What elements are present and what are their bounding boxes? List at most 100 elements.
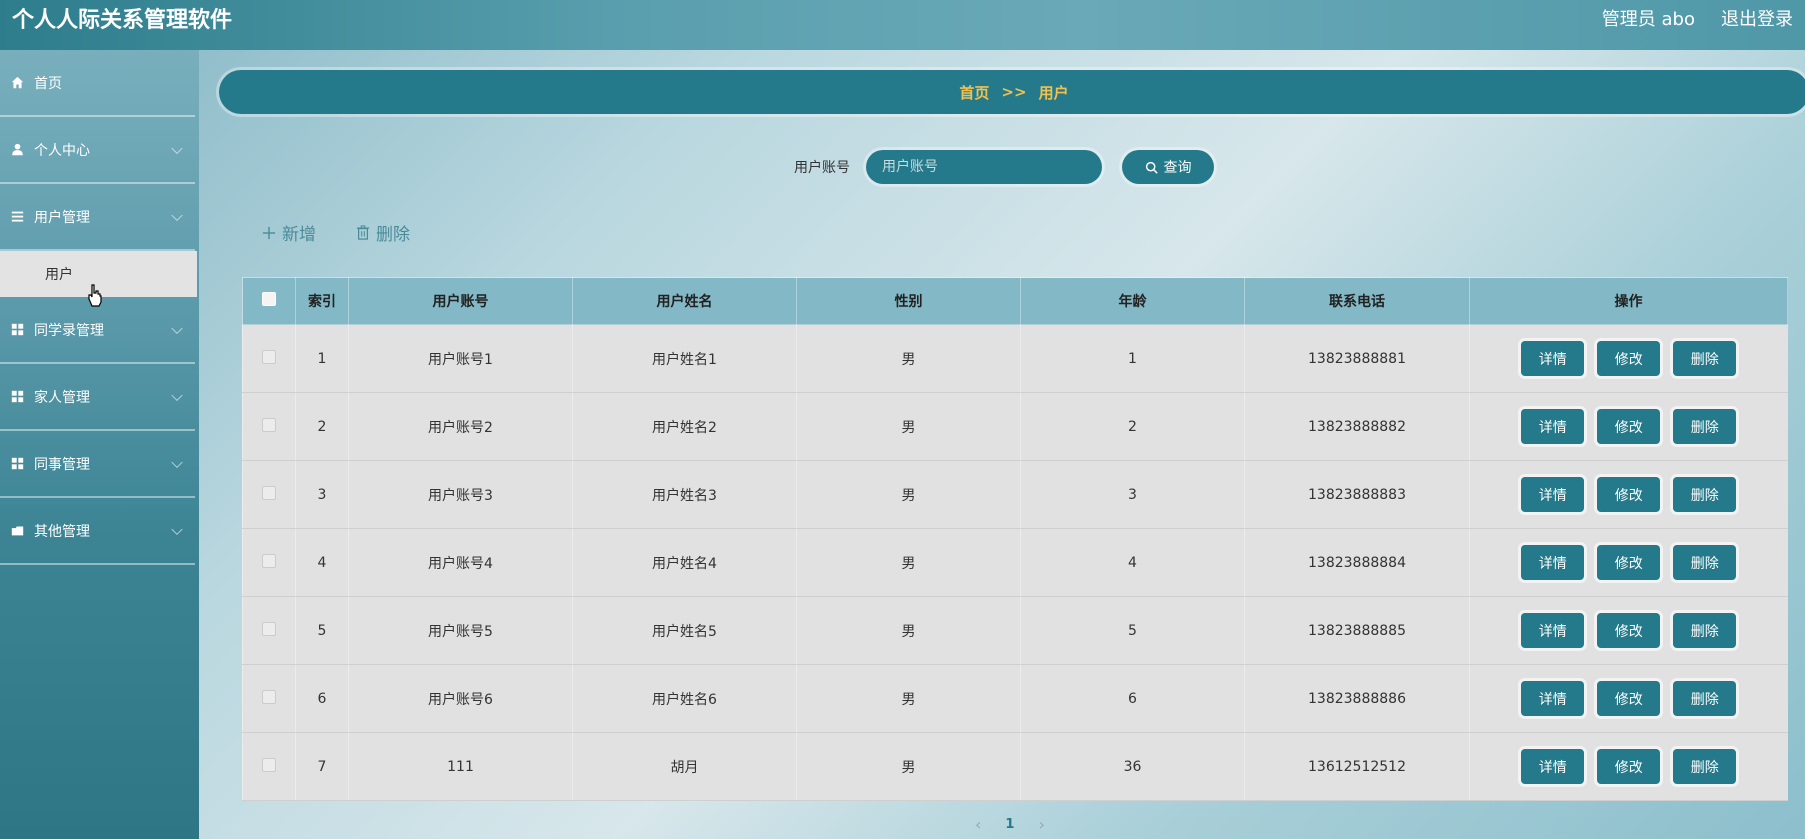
- edit-button[interactable]: 修改: [1597, 477, 1661, 512]
- cell-gender: 男: [796, 732, 1021, 801]
- toolbar: 新增 删除: [262, 220, 410, 245]
- search-input[interactable]: [866, 150, 1102, 184]
- table-row: 1 用户账号1 用户姓名1 男 1 13823888881 详情 修改 删除: [242, 324, 1788, 393]
- sidebar-item-user-management[interactable]: 用户管理: [0, 184, 195, 251]
- cell-account: 用户账号4: [348, 528, 573, 597]
- cell-phone: 13612512512: [1244, 732, 1470, 801]
- search-icon: [1145, 161, 1158, 174]
- delete-button[interactable]: 删除: [1673, 681, 1737, 716]
- sidebar-item-label: 同事管理: [34, 456, 90, 473]
- edit-button[interactable]: 修改: [1597, 749, 1661, 784]
- row-checkbox[interactable]: [262, 757, 276, 772]
- edit-button[interactable]: 修改: [1597, 681, 1661, 716]
- cell-actions: 详情 修改 删除: [1469, 528, 1788, 597]
- trash-icon: [356, 225, 370, 240]
- edit-button[interactable]: 修改: [1597, 613, 1661, 648]
- row-checkbox[interactable]: [262, 349, 276, 364]
- cell-account: 用户账号5: [348, 596, 573, 665]
- folder-icon: [10, 524, 24, 538]
- sidebar-item-label: 用户管理: [34, 209, 90, 226]
- cell-age: 3: [1020, 460, 1245, 529]
- batch-delete-label: 删除: [376, 225, 410, 245]
- breadcrumb-home[interactable]: 首页: [959, 82, 989, 103]
- batch-delete-button[interactable]: 删除: [356, 220, 410, 245]
- row-select-cell: [242, 460, 296, 529]
- search-button[interactable]: 查询: [1122, 150, 1214, 184]
- cell-index: 5: [295, 596, 349, 665]
- search-area: 用户账号 查询: [794, 150, 1214, 184]
- cell-index: 7: [295, 732, 349, 801]
- row-checkbox[interactable]: [262, 689, 276, 704]
- detail-button[interactable]: 详情: [1521, 613, 1585, 648]
- page-number[interactable]: 1: [1005, 817, 1014, 832]
- user-table: 索引 用户账号 用户姓名 性别 年龄 联系电话 操作 1 用户账号1 用户姓名1 男 1…: [242, 277, 1788, 801]
- top-right-area: 管理员 abo 退出登录: [1602, 5, 1793, 31]
- select-all-cell: [242, 277, 296, 325]
- delete-button[interactable]: 删除: [1673, 477, 1737, 512]
- cell-name: 用户姓名6: [572, 664, 797, 733]
- sidebar-item-family[interactable]: 家人管理: [0, 364, 195, 431]
- cell-age: 2: [1020, 392, 1245, 461]
- delete-button[interactable]: 删除: [1673, 749, 1737, 784]
- add-button[interactable]: 新增: [262, 220, 316, 245]
- cell-age: 5: [1020, 596, 1245, 665]
- detail-button[interactable]: 详情: [1521, 477, 1585, 512]
- column-header: 用户账号: [348, 277, 573, 325]
- cell-gender: 男: [796, 324, 1021, 393]
- next-page-icon[interactable]: ›: [1038, 815, 1044, 834]
- detail-button[interactable]: 详情: [1521, 409, 1585, 444]
- logout-link[interactable]: 退出登录: [1721, 5, 1793, 31]
- prev-page-icon[interactable]: ‹: [975, 815, 981, 834]
- delete-button[interactable]: 删除: [1673, 545, 1737, 580]
- edit-button[interactable]: 修改: [1597, 341, 1661, 376]
- row-select-cell: [242, 664, 296, 733]
- cell-age: 4: [1020, 528, 1245, 597]
- cell-gender: 男: [796, 528, 1021, 597]
- edit-button[interactable]: 修改: [1597, 545, 1661, 580]
- grid-icon: [10, 457, 24, 471]
- cell-name: 用户姓名3: [572, 460, 797, 529]
- app-title: 个人人际关系管理软件: [12, 8, 233, 33]
- delete-button[interactable]: 删除: [1673, 613, 1737, 648]
- cell-gender: 男: [796, 460, 1021, 529]
- sidebar-item-home[interactable]: 首页: [0, 50, 195, 117]
- detail-button[interactable]: 详情: [1521, 681, 1585, 716]
- cell-name: 胡月: [572, 732, 797, 801]
- detail-button[interactable]: 详情: [1521, 545, 1585, 580]
- sidebar-item-label: 其他管理: [34, 523, 90, 540]
- detail-button[interactable]: 详情: [1521, 749, 1585, 784]
- cell-gender: 男: [796, 392, 1021, 461]
- sidebar-item-label: 首页: [34, 75, 62, 92]
- row-select-cell: [242, 392, 296, 461]
- row-select-cell: [242, 732, 296, 801]
- cell-age: 36: [1020, 732, 1245, 801]
- delete-button[interactable]: 删除: [1673, 409, 1737, 444]
- detail-button[interactable]: 详情: [1521, 341, 1585, 376]
- row-checkbox[interactable]: [262, 485, 276, 500]
- cell-account: 用户账号2: [348, 392, 573, 461]
- search-button-label: 查询: [1163, 160, 1192, 176]
- sidebar-item-others[interactable]: 其他管理: [0, 498, 195, 565]
- breadcrumb-current: 用户: [1038, 83, 1069, 102]
- cell-phone: 13823888882: [1244, 392, 1470, 461]
- delete-button[interactable]: 删除: [1673, 341, 1737, 376]
- list-icon: [10, 210, 24, 224]
- sidebar-item-colleagues[interactable]: 同事管理: [0, 431, 195, 498]
- column-header: 年龄: [1020, 277, 1245, 325]
- sidebar-item-label: 个人中心: [34, 142, 90, 159]
- edit-button[interactable]: 修改: [1597, 409, 1661, 444]
- mouse-pointer-icon: [88, 284, 102, 307]
- row-select-cell: [242, 324, 296, 393]
- column-header: 操作: [1469, 277, 1788, 325]
- row-checkbox[interactable]: [262, 417, 276, 432]
- sidebar-item-personal-center[interactable]: 个人中心: [0, 117, 195, 184]
- row-checkbox[interactable]: [262, 553, 276, 568]
- chevron-down-icon: [171, 389, 183, 401]
- home-icon: [10, 76, 24, 90]
- row-checkbox[interactable]: [262, 621, 276, 636]
- cell-actions: 详情 修改 删除: [1469, 732, 1788, 801]
- cell-phone: 13823888885: [1244, 596, 1470, 665]
- select-all-checkbox[interactable]: [262, 292, 276, 306]
- cell-name: 用户姓名4: [572, 528, 797, 597]
- sidebar: 首页 个人中心 用户管理 用户 同学录管理 家人管理 同事管理 其他管理: [0, 50, 199, 839]
